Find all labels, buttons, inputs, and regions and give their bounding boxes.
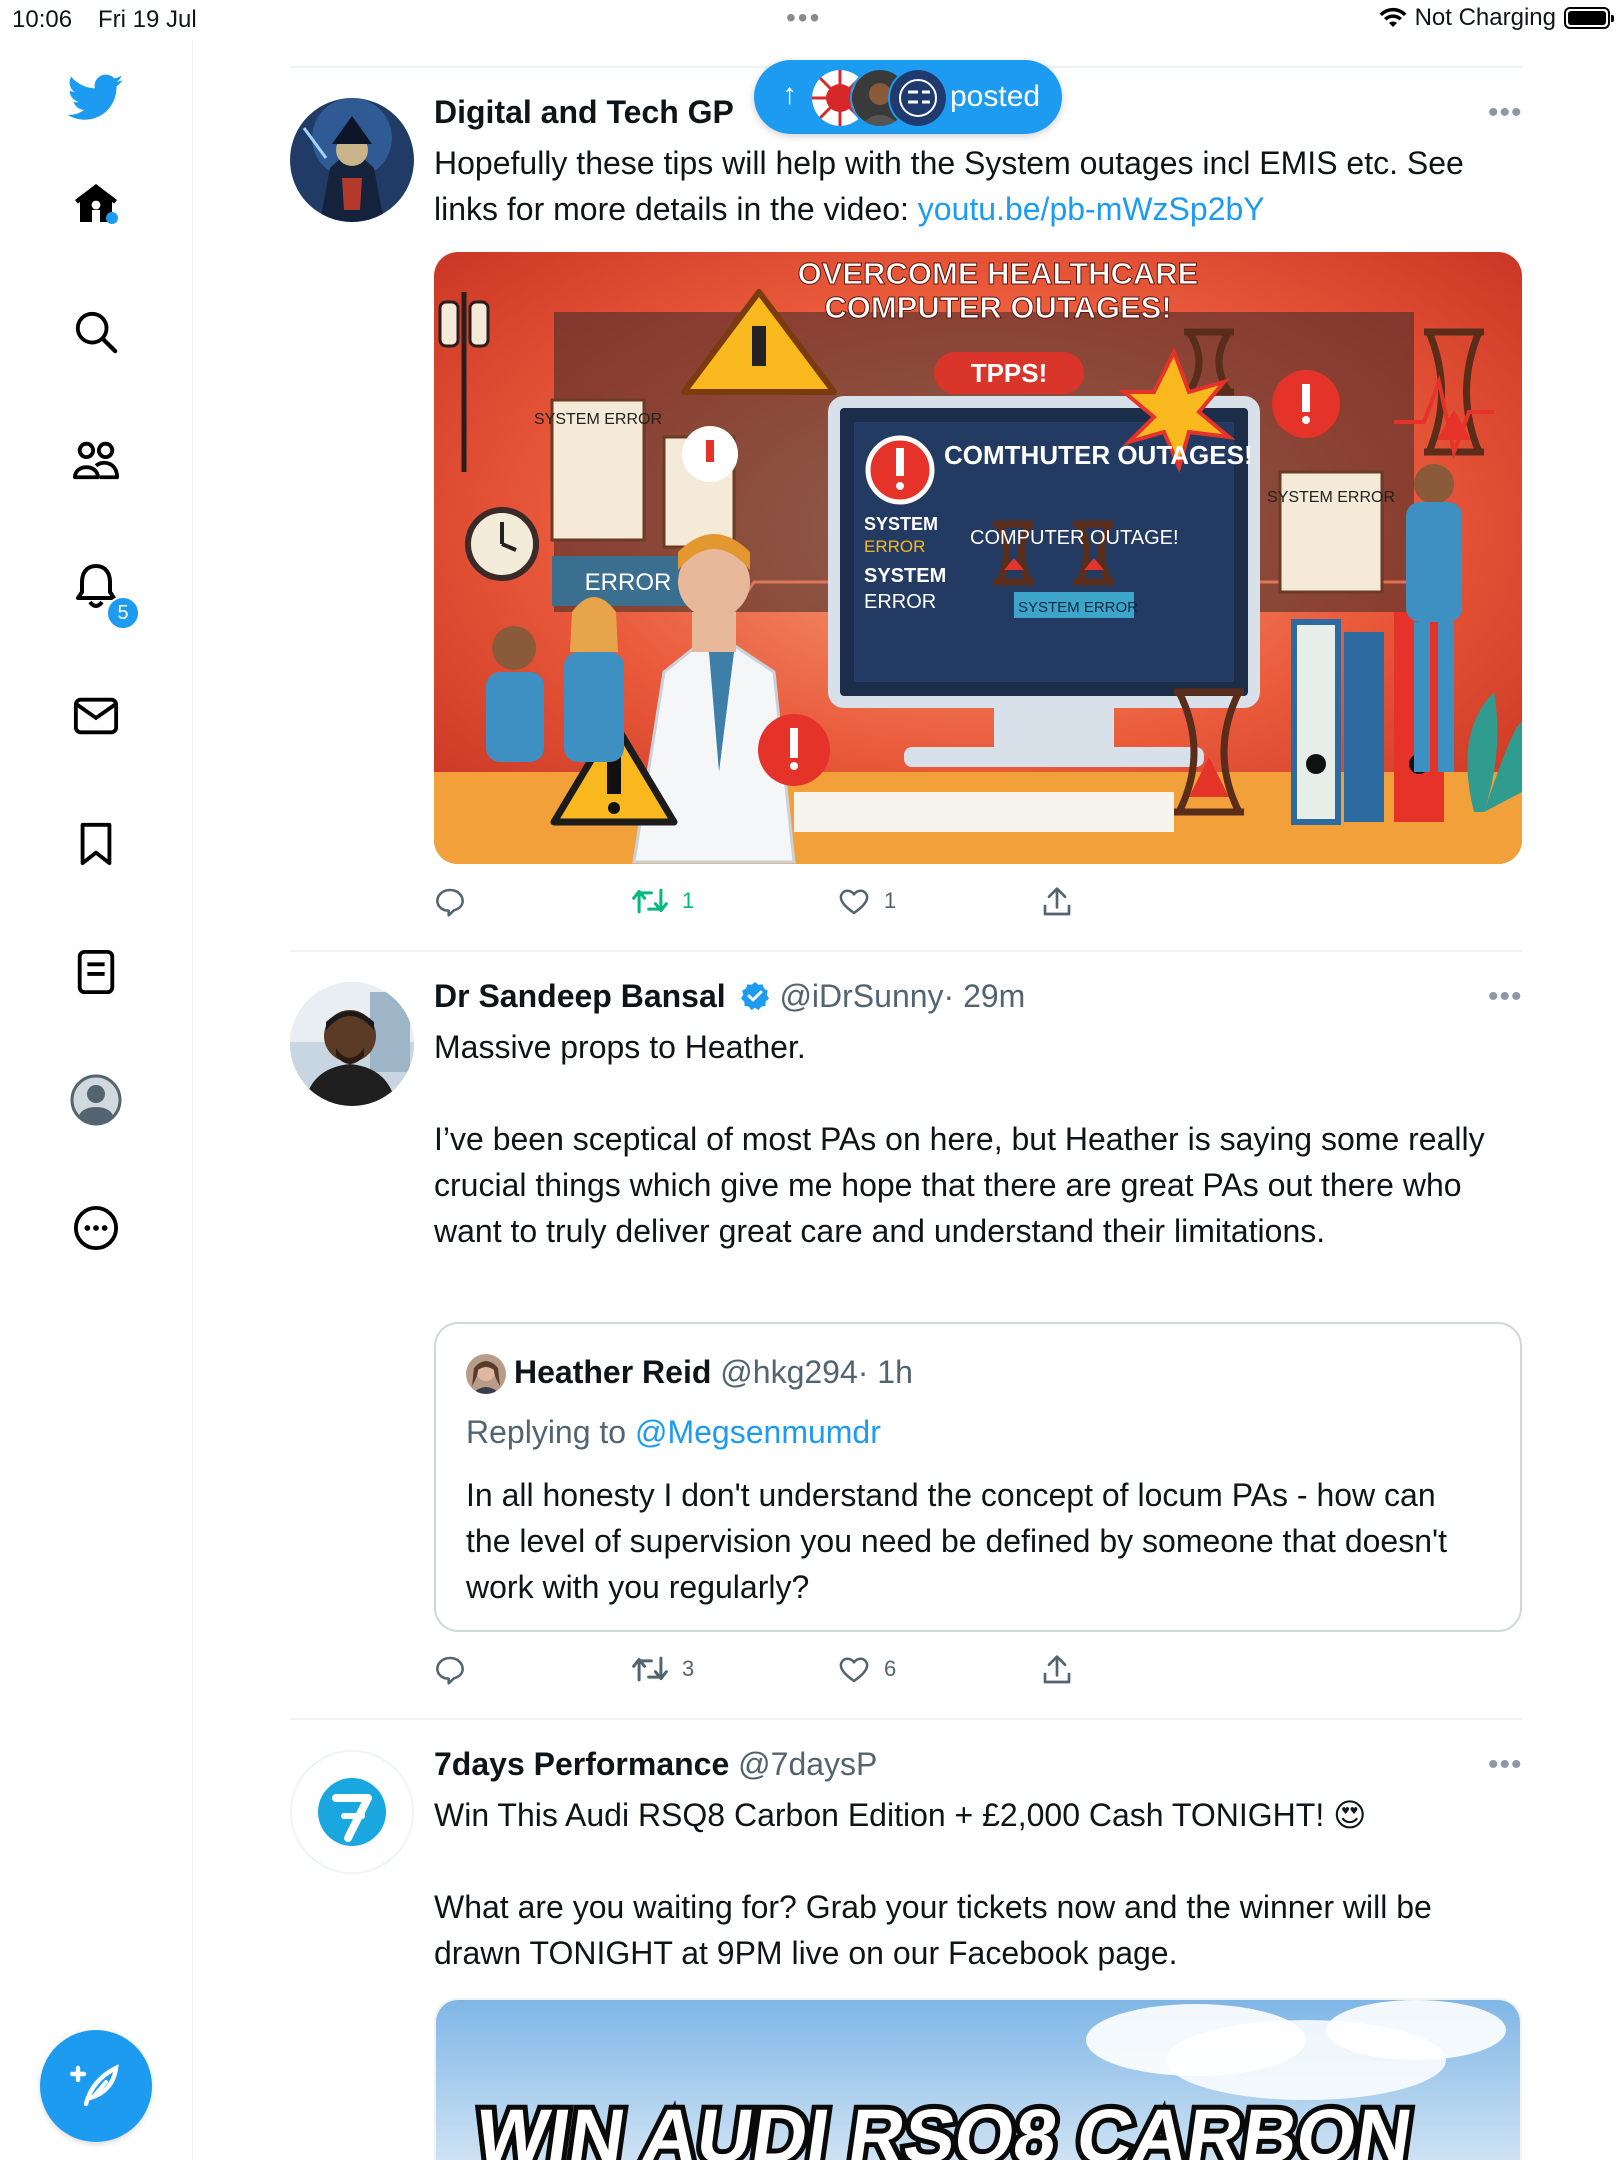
tweet-actions: 3 6 [434, 1654, 1134, 1694]
status-time: 10:06 [12, 6, 73, 33]
sidebar: 5 [0, 40, 193, 2160]
charging-status: Not Charging [1414, 4, 1556, 31]
messages-icon[interactable] [66, 686, 126, 746]
search-icon[interactable] [66, 302, 126, 362]
quote-display-name: Heather Reid [514, 1354, 712, 1390]
media-screen-item2: SYSTEM ERROR [1018, 599, 1138, 616]
arrow-up-icon: ↑ [782, 78, 797, 111]
compose-button[interactable] [40, 2030, 152, 2142]
share-button[interactable] [1042, 1654, 1072, 1686]
user-handle[interactable]: @iDrSunny [779, 978, 943, 1014]
home-unread-dot [106, 212, 118, 224]
quote-avatar [466, 1354, 506, 1394]
replying-to-link[interactable]: @Megsenmumdr [635, 1414, 881, 1450]
like-button[interactable]: 1 [838, 886, 896, 916]
tweet-header: Dr Sandeep Bansal @iDrSunny· 29m [434, 978, 1025, 1015]
quote-time: · 1h [857, 1354, 913, 1390]
pill-label: posted [950, 80, 1041, 113]
twitter-bird-icon[interactable] [66, 68, 126, 128]
reply-button[interactable] [434, 886, 480, 918]
retweet-count: 3 [682, 1656, 695, 1681]
tweet-media-image[interactable]: OVERCOME HEALTHCARE COMPUTER OUTAGES! TP… [434, 252, 1522, 864]
tweet-more-button[interactable]: ••• [1488, 1748, 1523, 1782]
media-tips-label: TPPS! [971, 358, 1048, 388]
tweet-text: Hopefully these tips will help with the … [434, 140, 1514, 232]
bookmarks-icon[interactable] [66, 814, 126, 874]
avatar[interactable] [290, 982, 414, 1106]
notification-badge: 5 [106, 596, 140, 630]
lists-icon[interactable] [66, 942, 126, 1002]
verified-badge-icon [740, 982, 769, 1011]
wifi-icon [1379, 7, 1407, 27]
quote-header: Heather Reid @hkg294· 1h [514, 1354, 913, 1391]
quote-replying-to: Replying to @Megsenmumdr [466, 1414, 881, 1451]
media-banner-text: WIN AUDI RSQ8 CARBON [471, 2094, 1417, 2160]
media-title-line1: OVERCOME HEALTHCARE [798, 256, 1199, 291]
media-error-sign: ERROR [585, 569, 672, 596]
media-left-sign: SYSTEM ERROR [534, 411, 662, 428]
tweet-separator [290, 1718, 1522, 1720]
retweet-icon [632, 1656, 668, 1682]
media-side1: SYSTEM [864, 514, 938, 534]
quoted-tweet[interactable]: Heather Reid @hkg294· 1h Replying to @Me… [434, 1322, 1522, 1632]
compose-icon [70, 2064, 119, 2107]
tweet-time[interactable]: · 29m [944, 978, 1026, 1014]
profile-icon[interactable] [66, 1070, 126, 1130]
display-name[interactable]: 7days Performance [434, 1746, 729, 1782]
retweet-icon [632, 888, 668, 914]
reply-icon [436, 1656, 464, 1685]
tweet-more-button[interactable]: ••• [1488, 96, 1523, 130]
media-side4: ERROR [864, 591, 936, 613]
tweet-header: 7days Performance @7daysP [434, 1746, 877, 1783]
status-right: Not Charging [1379, 4, 1614, 32]
avatar[interactable] [290, 1750, 414, 1874]
share-button[interactable] [1042, 886, 1072, 918]
media-screen-title: COMTHUTER OUTAGES! [944, 440, 1253, 470]
display-name[interactable]: Dr Sandeep Bansal [434, 978, 726, 1014]
media-title-line2: COMPUTER OUTAGES! [824, 290, 1171, 325]
replying-prefix: Replying to [466, 1414, 635, 1450]
tweet-media-image[interactable]: WIN AUDI RSQ8 CARBON [434, 1998, 1522, 2160]
quote-text: In all honesty I don't understand the co… [466, 1477, 1447, 1605]
avatar[interactable] [290, 98, 414, 222]
retweet-count: 1 [682, 888, 695, 913]
communities-icon[interactable] [66, 430, 126, 490]
like-button[interactable]: 6 [838, 1654, 896, 1684]
tweet-header: Digital and Tech GP [434, 94, 734, 131]
retweet-button[interactable]: 3 [632, 1654, 694, 1684]
tweet-text: Win This Audi RSQ8 Carbon Edition + £2,0… [434, 1797, 1432, 1971]
share-icon [1043, 1655, 1071, 1684]
like-count: 6 [884, 1656, 897, 1681]
heart-icon [839, 889, 869, 915]
multitasking-dots[interactable]: ••• [786, 2, 821, 34]
like-count: 1 [884, 888, 897, 913]
media-right-sign: SYSTEM ERROR [1267, 489, 1395, 506]
home-icon[interactable] [66, 174, 126, 234]
quote-handle: @hkg294 [720, 1354, 858, 1390]
user-handle[interactable]: @7daysP [738, 1746, 877, 1782]
battery-icon [1564, 7, 1614, 29]
tweet-link[interactable]: youtu.be/pb-mWzSp2bY [918, 191, 1265, 227]
display-name[interactable]: Digital and Tech GP [434, 94, 734, 130]
tweet-actions: 1 1 [434, 886, 1134, 926]
status-bar: 10:06 Fri 19 Jul ••• Not Charging [0, 0, 1620, 40]
status-date: Fri 19 Jul [98, 6, 197, 33]
retweet-button[interactable]: 1 [632, 886, 694, 916]
reply-button[interactable] [434, 1654, 466, 1686]
pill-avatar [888, 68, 948, 128]
more-icon[interactable] [66, 1198, 126, 1258]
media-screen-item1: COMPUTER OUTAGE! [970, 527, 1179, 549]
share-icon [1043, 887, 1071, 916]
heart-icon [839, 1657, 869, 1683]
tweet-separator [290, 950, 1522, 952]
tweet-text: Massive props to Heather. I’ve been scep… [434, 1029, 1485, 1249]
new-posts-pill[interactable]: ↑ posted [754, 60, 1062, 134]
tweet-more-button[interactable]: ••• [1488, 980, 1523, 1014]
media-side3: SYSTEM [864, 565, 946, 587]
media-side2: ERROR [864, 537, 925, 556]
reply-icon [436, 888, 464, 917]
